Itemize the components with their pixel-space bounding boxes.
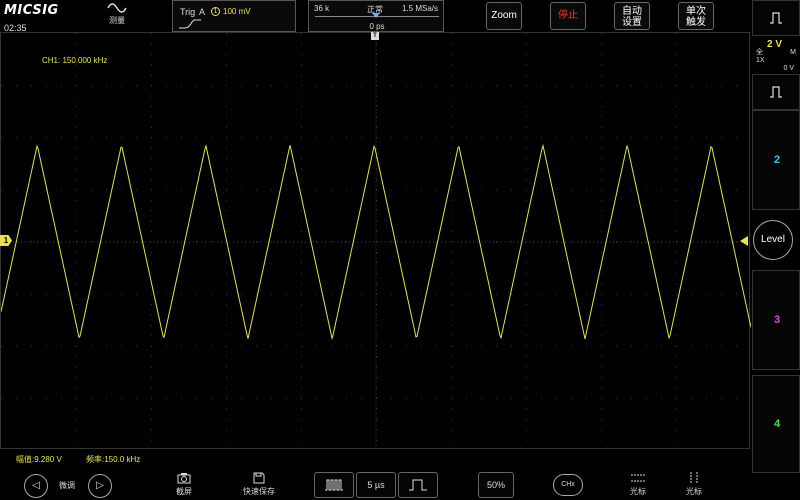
timebase-increase-button[interactable] — [398, 472, 438, 498]
bottom-bar: ◁ 微调 ▷ 截屏 快速保存 5 µs 50% CHx 光标 光标 — [0, 468, 750, 500]
trigger-source: A — [199, 7, 206, 17]
stop-button[interactable]: 停止 — [550, 2, 586, 30]
brand-logo: MICSIG — [4, 3, 59, 18]
cursor-label-2: 光标 — [686, 487, 702, 496]
waveform-display[interactable] — [0, 32, 751, 450]
quick-save-button[interactable]: 快速保存 — [238, 472, 280, 497]
trigger-level: 100 mV — [223, 7, 251, 16]
fine-tune-right-button[interactable]: ▷ — [88, 474, 112, 498]
sine-wave-icon — [107, 3, 127, 13]
ch1-bandwidth: M — [790, 49, 796, 56]
ch2-label: 2 — [773, 154, 781, 166]
rising-edge-icon — [179, 19, 201, 29]
single-trigger-label-1: 单次 — [686, 6, 706, 17]
auto-set-button[interactable]: 自动 设置 — [614, 2, 650, 30]
ch2-button[interactable]: 2 — [752, 110, 800, 210]
screenshot-button[interactable]: 截屏 — [170, 472, 198, 497]
horizontal-cursor-icon — [631, 474, 645, 482]
ch1-volts-per-div: 2 V — [766, 39, 782, 50]
pulse-icon — [770, 12, 782, 24]
ch1-waveform-button[interactable] — [752, 0, 800, 36]
trigger-50-percent-button[interactable]: 50% — [478, 472, 514, 498]
sample-rate: 1.5 MSa/s — [401, 4, 438, 13]
single-trigger-button[interactable]: 单次 触发 — [678, 2, 714, 30]
frequency-measurement[interactable]: 频率:150.0 kHz — [86, 454, 140, 465]
screenshot-label: 截屏 — [176, 487, 192, 496]
auto-set-label-1: 自动 — [622, 6, 642, 17]
zoom-button[interactable]: Zoom — [486, 2, 522, 30]
ch1-settings[interactable]: 2 V 全 1X M 0 V — [752, 37, 800, 77]
trigger-label: Trig — [180, 7, 196, 17]
compress-wave-icon — [325, 479, 343, 491]
ch1-coupling: 全 — [756, 49, 763, 56]
quick-save-label: 快速保存 — [243, 487, 275, 496]
trigger-delay: 0 ps — [369, 22, 385, 31]
vertical-cursor-icon — [690, 472, 698, 484]
amplitude-measurement[interactable]: 幅值:9.280 V — [16, 454, 62, 465]
grid-dots — [1, 33, 737, 441]
ch1-frequency-label: CH1: 150.000 kHz — [42, 56, 108, 65]
trigger-position-marker — [372, 13, 380, 18]
measure-label: 测量 — [109, 16, 125, 25]
trigger-level-marker[interactable] — [740, 236, 748, 246]
ch1-edge-button[interactable] — [752, 74, 800, 110]
chx-button[interactable]: CHx — [553, 474, 583, 496]
memory-depth: 36 k — [314, 4, 330, 13]
timebase-decrease-button[interactable] — [314, 472, 354, 498]
fine-tune-left-button[interactable]: ◁ — [24, 474, 48, 498]
waveform-grid — [1, 33, 751, 450]
single-trigger-label-2: 触发 — [686, 17, 706, 28]
ch1-probe: 1X — [756, 57, 765, 64]
cursor-label-1: 光标 — [630, 487, 646, 496]
save-icon — [253, 472, 265, 484]
camera-icon — [177, 473, 191, 484]
timebase-panel[interactable]: 36 k 正常 1.5 MSa/s 0 ps — [308, 0, 444, 32]
measure-button[interactable]: 测量 — [104, 2, 130, 32]
ch4-button[interactable]: 4 — [752, 375, 800, 473]
ch3-label: 3 — [773, 314, 781, 326]
ch1-offset: 0 V — [783, 65, 794, 72]
time-per-div[interactable]: 5 µs — [356, 472, 396, 498]
ch4-label: 4 — [773, 418, 781, 430]
pulse-icon — [770, 86, 782, 98]
trigger-channel: 1 — [211, 7, 220, 16]
expand-wave-icon — [409, 479, 427, 491]
trigger-time-marker[interactable]: T — [371, 32, 379, 40]
cursor-vertical-button[interactable]: 光标 — [680, 472, 708, 497]
fine-tune-label: 微调 — [59, 481, 75, 490]
level-button[interactable]: Level — [753, 220, 793, 260]
trigger-panel[interactable]: Trig A 1 100 mV — [172, 0, 296, 32]
measurement-bar: 幅值:9.280 V 频率:150.0 kHz — [0, 449, 750, 468]
top-bar: MICSIG 02:35 测量 Trig A 1 100 mV 36 k 正常 … — [0, 0, 800, 33]
ch3-button[interactable]: 3 — [752, 270, 800, 370]
cursor-horizontal-button[interactable]: 光标 — [624, 472, 652, 497]
auto-set-label-2: 设置 — [622, 17, 642, 28]
